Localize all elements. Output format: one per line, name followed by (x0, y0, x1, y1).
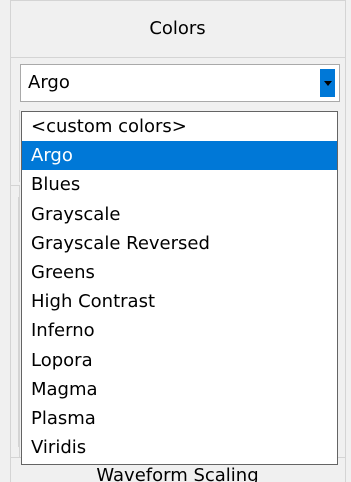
option-lopora[interactable]: Lopora (22, 346, 337, 375)
option-inferno[interactable]: Inferno (22, 316, 337, 345)
option-blues[interactable]: Blues (22, 170, 337, 199)
option-custom-colors[interactable]: <custom colors> (22, 112, 337, 141)
option-plasma[interactable]: Plasma (22, 404, 337, 433)
colors-section-title: Colors (149, 18, 206, 39)
background-control-edge (18, 197, 19, 447)
option-grayscale-reversed[interactable]: Grayscale Reversed (22, 229, 337, 258)
color-scheme-combobox[interactable]: Argo (20, 64, 340, 102)
chevron-down-icon (323, 80, 332, 86)
option-magma[interactable]: Magma (22, 375, 337, 404)
option-grayscale[interactable]: Grayscale (22, 200, 337, 229)
waveform-scaling-title: Waveform Scaling (96, 465, 259, 482)
dropdown-button[interactable] (320, 69, 335, 97)
color-scheme-dropdown-list: <custom colors> Argo Blues Grayscale Gra… (21, 111, 338, 465)
option-greens[interactable]: Greens (22, 258, 337, 287)
option-viridis[interactable]: Viridis (22, 433, 337, 462)
background-panel-edge (10, 110, 20, 182)
option-high-contrast[interactable]: High Contrast (22, 287, 337, 316)
combobox-value: Argo (28, 72, 70, 93)
colors-section-header: Colors (10, 0, 345, 58)
option-argo[interactable]: Argo (22, 141, 337, 171)
panel-border-right (345, 0, 346, 482)
